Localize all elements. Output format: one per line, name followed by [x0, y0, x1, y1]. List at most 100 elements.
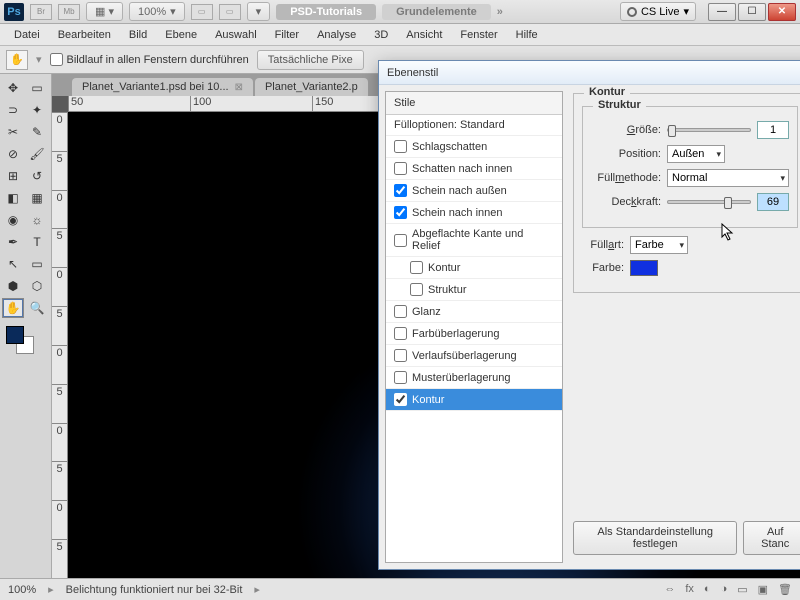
- photoshop-icon[interactable]: Ps: [4, 3, 24, 21]
- status-zoom[interactable]: 100%: [8, 584, 36, 596]
- tools-panel: ✥▭ ⊃✦ ✂✎ ⊘🖌 ⊞↺ ◧▦ ◉☼ ✒T ↖▭ ⬢⬡ ✋🔍: [0, 74, 52, 578]
- application-bar: Ps Br Mb ▦ ▾ 100% ▾ ▭ ▭ ▾ PSD-Tutorials …: [0, 0, 800, 24]
- style-outerglow[interactable]: Schein nach außen: [386, 180, 562, 202]
- tab-close-icon[interactable]: ⊠: [235, 82, 243, 93]
- arrange-icon[interactable]: ▭: [191, 4, 213, 20]
- menu-analyse[interactable]: Analyse: [309, 26, 364, 44]
- close-button[interactable]: ✕: [768, 3, 796, 21]
- gradient-tool[interactable]: ▦: [26, 188, 48, 208]
- blend-combo[interactable]: Normal: [667, 169, 789, 187]
- fx-icon[interactable]: fx: [685, 583, 694, 596]
- stamp-tool[interactable]: ⊞: [2, 166, 24, 186]
- style-gradientoverlay[interactable]: Verlaufsüberlagerung: [386, 345, 562, 367]
- menu-ansicht[interactable]: Ansicht: [398, 26, 450, 44]
- brush-tool[interactable]: 🖌: [26, 144, 48, 164]
- color-swatch[interactable]: [630, 260, 658, 276]
- eyedropper-tool[interactable]: ✎: [26, 122, 48, 142]
- tab-variante1[interactable]: Planet_Variante1.psd bei 10...⊠: [72, 78, 253, 96]
- dodge-tool[interactable]: ☼: [26, 210, 48, 230]
- style-satin[interactable]: Glanz: [386, 301, 562, 323]
- menu-hilfe[interactable]: Hilfe: [508, 26, 546, 44]
- size-slider[interactable]: [667, 128, 751, 132]
- workspace-more[interactable]: »: [497, 6, 503, 18]
- reset-default-button[interactable]: Auf Stanc: [743, 521, 800, 555]
- path-tool[interactable]: ↖: [2, 254, 24, 274]
- workspace-grundelemente[interactable]: Grundelemente: [382, 4, 491, 20]
- menu-datei[interactable]: Datei: [6, 26, 48, 44]
- opacity-slider[interactable]: [667, 200, 751, 204]
- 3d-tool[interactable]: ⬢: [2, 276, 24, 296]
- style-bevel[interactable]: Abgeflachte Kante und Relief: [386, 224, 562, 257]
- size-input[interactable]: 1: [757, 121, 789, 139]
- blur-tool[interactable]: ◉: [2, 210, 24, 230]
- move-tool[interactable]: ✥: [2, 78, 24, 98]
- style-coloroverlay[interactable]: Farbüberlagerung: [386, 323, 562, 345]
- zoom-dropdown[interactable]: 100% ▾: [129, 2, 185, 21]
- layer-style-dialog: Ebenenstil Stile Fülloptionen: Standard …: [378, 60, 800, 570]
- scroll-all-checkbox[interactable]: Bildlauf in allen Fenstern durchführen: [50, 53, 249, 66]
- style-dropshadow[interactable]: Schlagschatten: [386, 136, 562, 158]
- menu-bearbeiten[interactable]: Bearbeiten: [50, 26, 119, 44]
- cslive-label: CS Live: [641, 6, 680, 18]
- opacity-input[interactable]: 69: [757, 193, 789, 211]
- maximize-button[interactable]: ☐: [738, 3, 766, 21]
- style-bevel-contour[interactable]: Kontur: [386, 257, 562, 279]
- status-icons: ⇔ fx ◐ ◑ ▭ ▣ 🗑: [664, 583, 792, 596]
- workspace-psdtutorials[interactable]: PSD-Tutorials: [276, 4, 376, 20]
- menu-bild[interactable]: Bild: [121, 26, 155, 44]
- filltype-combo[interactable]: Farbe: [630, 236, 688, 254]
- tab-variante2[interactable]: Planet_Variante2.p: [255, 78, 368, 96]
- crop-tool[interactable]: ✂: [2, 122, 24, 142]
- history-brush-tool[interactable]: ↺: [26, 166, 48, 186]
- style-list: Stile Fülloptionen: Standard Schlagschat…: [385, 91, 563, 563]
- style-stroke[interactable]: Kontur: [386, 389, 562, 411]
- minimize-button[interactable]: —: [708, 3, 736, 21]
- heal-tool[interactable]: ⊘: [2, 144, 24, 164]
- style-bevel-texture[interactable]: Struktur: [386, 279, 562, 301]
- eraser-tool[interactable]: ◧: [2, 188, 24, 208]
- dialog-titlebar[interactable]: Ebenenstil: [379, 61, 800, 85]
- foreground-swatch[interactable]: [6, 326, 24, 344]
- style-patternoverlay[interactable]: Musterüberlagerung: [386, 367, 562, 389]
- cslive-button[interactable]: CS Live ▾: [620, 2, 696, 21]
- scroll-all-label: Bildlauf in allen Fenstern durchführen: [67, 54, 249, 66]
- extras-dropdown[interactable]: ▾: [247, 2, 271, 21]
- hand-tool-icon[interactable]: ✋: [6, 50, 28, 70]
- view-mode-dropdown[interactable]: ▦ ▾: [86, 2, 123, 21]
- menu-3d[interactable]: 3D: [366, 26, 396, 44]
- menu-filter[interactable]: Filter: [267, 26, 307, 44]
- folder-icon[interactable]: ▭: [737, 583, 747, 596]
- shape-tool[interactable]: ▭: [26, 254, 48, 274]
- wand-tool[interactable]: ✦: [26, 100, 48, 120]
- zoom-tool[interactable]: 🔍: [26, 298, 48, 318]
- trash-icon[interactable]: 🗑: [778, 583, 792, 596]
- actual-pixels-button[interactable]: Tatsächliche Pixe: [257, 50, 364, 70]
- link-icon[interactable]: ⇔: [664, 583, 675, 596]
- ruler-vertical[interactable]: 050505050505: [52, 112, 68, 578]
- style-innershadow[interactable]: Schatten nach innen: [386, 158, 562, 180]
- cslive-icon: [627, 7, 637, 17]
- menu-fenster[interactable]: Fenster: [452, 26, 505, 44]
- menu-auswahl[interactable]: Auswahl: [207, 26, 265, 44]
- style-innerglow[interactable]: Schein nach innen: [386, 202, 562, 224]
- 3d-camera-tool[interactable]: ⬡: [26, 276, 48, 296]
- position-combo[interactable]: Außen: [667, 145, 725, 163]
- bridge-icon[interactable]: Br: [30, 4, 52, 20]
- style-list-header[interactable]: Stile: [386, 92, 562, 115]
- screenmode-icon[interactable]: ▭: [219, 4, 241, 20]
- marquee-tool[interactable]: ▭: [26, 78, 48, 98]
- adjust-icon[interactable]: ◑: [721, 583, 728, 596]
- set-default-button[interactable]: Als Standardeinstellung festlegen: [573, 521, 737, 555]
- newlayer-icon[interactable]: ▣: [758, 583, 768, 596]
- menu-ebene[interactable]: Ebene: [157, 26, 205, 44]
- blend-label: Füllmethode:: [591, 172, 661, 184]
- style-settings-panel: Kontur Struktur Größe: 1 Position: Außen…: [569, 91, 800, 563]
- fieldset-kontur: Kontur Struktur Größe: 1 Position: Außen…: [573, 93, 800, 293]
- style-fill-options[interactable]: Fülloptionen: Standard: [386, 115, 562, 136]
- lasso-tool[interactable]: ⊃: [2, 100, 24, 120]
- type-tool[interactable]: T: [26, 232, 48, 252]
- minibridge-icon[interactable]: Mb: [58, 4, 80, 20]
- hand-tool[interactable]: ✋: [2, 298, 24, 318]
- pen-tool[interactable]: ✒: [2, 232, 24, 252]
- mask-icon[interactable]: ◐: [704, 583, 711, 596]
